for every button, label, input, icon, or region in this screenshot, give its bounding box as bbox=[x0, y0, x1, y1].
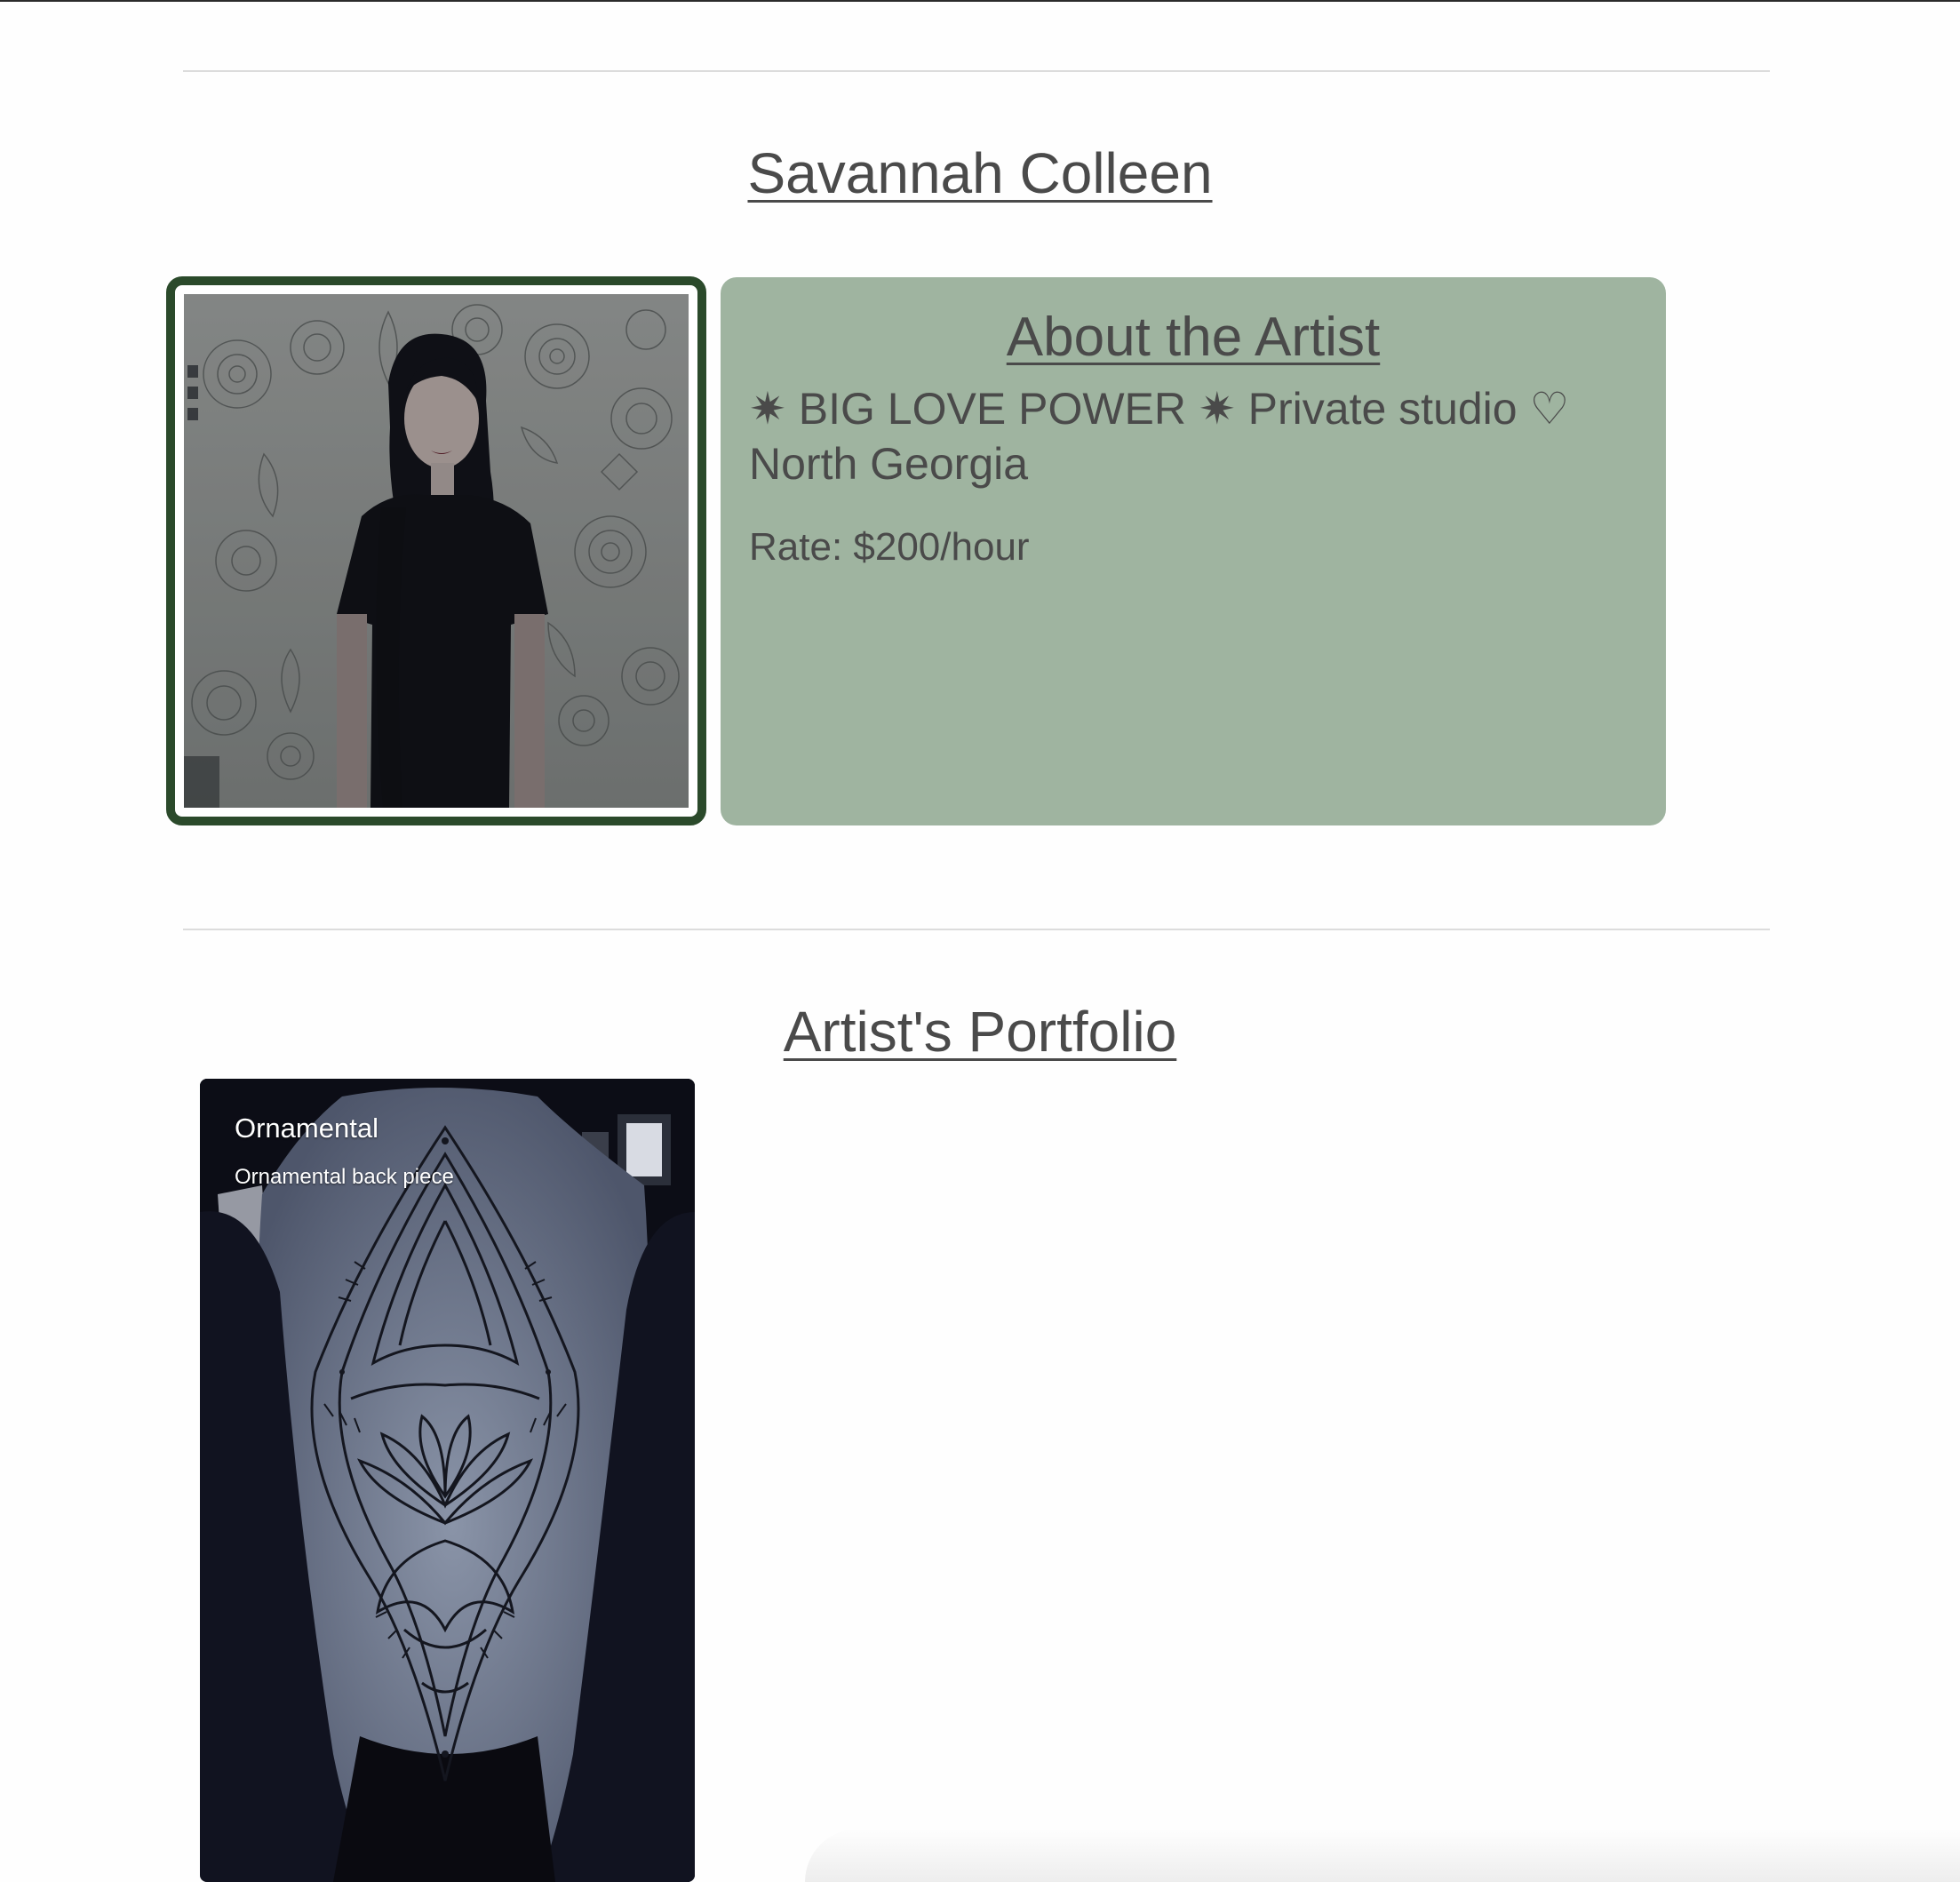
section-divider bbox=[183, 929, 1770, 930]
portfolio-item-title: Ornamental bbox=[235, 1112, 378, 1144]
about-artist-card: About the Artist ✷ BIG LOVE POWER ✷ Priv… bbox=[721, 277, 1666, 825]
portfolio-item-description: Ornamental back piece bbox=[235, 1165, 454, 1189]
about-artist-title[interactable]: About the Artist bbox=[749, 306, 1637, 369]
top-divider bbox=[183, 70, 1770, 72]
artist-bio: ✷ BIG LOVE POWER ✷ Private studio ♡ Nort… bbox=[749, 384, 1570, 490]
artist-rate: Rate: $200/hour bbox=[749, 525, 1030, 570]
artist-profile-page: Savannah Colleen About the Artist ✷ BIG … bbox=[0, 0, 1960, 1882]
artist-photo bbox=[184, 294, 689, 808]
bottom-edge-shadow bbox=[805, 1829, 1960, 1882]
artist-name-heading[interactable]: Savannah Colleen bbox=[0, 140, 1960, 206]
artist-photo-frame bbox=[166, 276, 706, 825]
portfolio-heading[interactable]: Artist's Portfolio bbox=[0, 999, 1960, 1065]
portfolio-item-image bbox=[200, 1079, 695, 1882]
portfolio-item-card[interactable]: Ornamental Ornamental back piece bbox=[200, 1079, 695, 1882]
